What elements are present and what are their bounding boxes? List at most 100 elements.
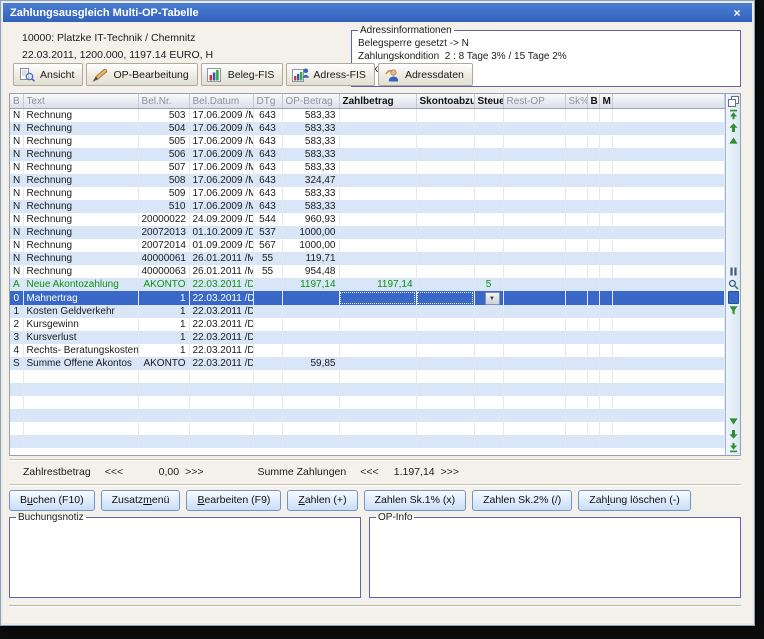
tab-op-bearbeitung[interactable]: OP-Bearbeitung — [86, 63, 197, 86]
table-row[interactable] — [10, 396, 725, 409]
table-row[interactable] — [10, 370, 725, 383]
cell: N — [10, 148, 23, 161]
column-header-m[interactable]: M — [599, 94, 612, 109]
scroll-up-icon[interactable] — [728, 122, 739, 133]
table-row[interactable]: NRechnung50617.06.2009 /Mi643583,33 — [10, 148, 725, 161]
table-row[interactable] — [10, 383, 725, 396]
cell — [587, 344, 599, 357]
column-header-rest-op[interactable]: Rest-OP — [503, 94, 565, 109]
table-row[interactable]: 2Kursgewinn122.03.2011 /Di — [10, 318, 725, 331]
tax-dropdown-button[interactable]: ▼ — [485, 292, 500, 305]
cell — [339, 187, 416, 200]
bearbeiten-f9-button[interactable]: Bearbeiten (F9) — [186, 490, 281, 511]
edit-icon — [92, 68, 109, 82]
cell — [565, 200, 587, 213]
table-row[interactable]: NRechnung50717.06.2009 /Mi643583,33 — [10, 161, 725, 174]
column-header-filler[interactable] — [612, 94, 725, 109]
table-row[interactable]: NRechnung51017.06.2009 /Mi643583,33 — [10, 200, 725, 213]
cell: Rechts- Beratungskosten — [23, 344, 138, 357]
cell: 17.06.2009 /Mi — [189, 135, 253, 148]
zahlung-löschen-button[interactable]: Zahlung löschen (-) — [578, 490, 690, 511]
tab-adressdaten[interactable]: Adressdaten — [378, 63, 473, 86]
column-header-bel-nr[interactable]: Bel.Nr. — [138, 94, 189, 109]
table-row[interactable]: NRechnung4000006326.01.2011 /Mi55954,48 — [10, 265, 725, 278]
cell: 643 — [253, 148, 282, 161]
scroll-down-icon[interactable] — [728, 429, 739, 440]
table-row[interactable]: NRechnung50517.06.2009 /Mi643583,33 — [10, 135, 725, 148]
cell — [503, 213, 565, 226]
cell — [587, 305, 599, 318]
search-icon[interactable] — [728, 279, 739, 290]
table-row[interactable]: 3Kursverlust122.03.2011 /Di — [10, 331, 725, 344]
cell: 4 — [10, 344, 23, 357]
table-row[interactable]: NRechnung2007201401.09.2009 /Di5671000,0… — [10, 239, 725, 252]
column-header-sk[interactable]: Sk% — [565, 94, 587, 109]
table-row[interactable] — [10, 435, 725, 448]
cell: 583,33 — [282, 161, 339, 174]
cell — [474, 396, 503, 409]
table-row[interactable] — [10, 409, 725, 422]
table-row[interactable]: NRechnung2007201301.10.2009 /Do5371000,0… — [10, 226, 725, 239]
step-down-icon[interactable] — [728, 416, 739, 427]
column-header-text[interactable]: Text — [23, 94, 138, 109]
cell — [339, 213, 416, 226]
cell — [253, 357, 282, 370]
filter-icon[interactable] — [728, 305, 739, 316]
column-chooser-icon[interactable] — [728, 96, 739, 107]
column-header-b[interactable]: B — [587, 94, 599, 109]
cell — [587, 370, 599, 383]
zahlen-button[interactable]: Zahlen (+) — [287, 490, 357, 511]
cell: 26.01.2011 /Mi — [189, 252, 253, 265]
table-row[interactable]: NRechnung4000006126.01.2011 /Mi55119,71 — [10, 252, 725, 265]
table-row[interactable]: NRechnung50817.06.2009 /Mi643324,47 — [10, 174, 725, 187]
table-row[interactable]: SSumme Offene AkontosAKONTO22.03.2011 /D… — [10, 357, 725, 370]
cell: 503 — [138, 109, 189, 123]
column-header-dtg[interactable]: DTg — [253, 94, 282, 109]
column-header-skontoabzug[interactable]: Skontoabzug — [416, 94, 474, 109]
table-row[interactable]: NRechnung2000002224.09.2009 /Do544960,93 — [10, 213, 725, 226]
zusatzmenü-button[interactable]: Zusatzmenü — [101, 490, 181, 511]
cell — [10, 435, 23, 448]
cell: 509 — [138, 187, 189, 200]
table-row-selected[interactable]: 0Mahnertrag122.03.2011 /Di▼ — [10, 291, 725, 305]
zahlen-sk-2-button[interactable]: Zahlen Sk.2% (/) — [472, 490, 572, 511]
zahlen-sk-1-x-button[interactable]: Zahlen Sk.1% (x) — [364, 490, 467, 511]
cell — [474, 331, 503, 344]
column-header-steue[interactable]: Steue — [474, 94, 503, 109]
cell — [599, 239, 612, 252]
scroll-thumb[interactable] — [728, 292, 739, 303]
tab-ansicht[interactable]: Ansicht — [13, 63, 83, 86]
tab-beleg-fis[interactable]: Beleg-FIS — [201, 63, 284, 86]
step-up-icon[interactable] — [728, 135, 739, 146]
table-row[interactable]: NRechnung50317.06.2009 /Mi643583,33 — [10, 109, 725, 123]
scroll-bottom-icon[interactable] — [728, 442, 739, 453]
cell — [587, 135, 599, 148]
close-icon[interactable]: × — [729, 6, 745, 20]
tab-adress-fis[interactable]: Adress-FIS — [286, 63, 375, 86]
cell — [599, 252, 612, 265]
cell — [23, 422, 138, 435]
pause-icon[interactable] — [728, 266, 739, 277]
column-header-bel-datum[interactable]: Bel.Datum — [189, 94, 253, 109]
table-row[interactable]: ANeue AkontozahlungAKONTO22.03.2011 /Di1… — [10, 278, 725, 291]
column-header-b[interactable]: B — [10, 94, 23, 109]
title-bar[interactable]: Zahlungsausgleich Multi-OP-Tabelle × — [3, 3, 752, 22]
cell — [474, 344, 503, 357]
buchen-f10-button[interactable]: Buchen (F10) — [9, 490, 95, 511]
table-row[interactable]: NRechnung50917.06.2009 /Mi643583,33 — [10, 187, 725, 200]
cell — [416, 213, 474, 226]
column-header-zahlbetrag[interactable]: Zahlbetrag — [339, 94, 416, 109]
table-row[interactable] — [10, 422, 725, 435]
cell — [599, 213, 612, 226]
cell: 55 — [253, 265, 282, 278]
booking-note-box[interactable]: Buchungsnotiz — [9, 512, 361, 598]
table-row[interactable]: NRechnung50417.06.2009 /Mi643583,33 — [10, 122, 725, 135]
cell: 960,93 — [282, 213, 339, 226]
table-row[interactable]: 4Rechts- Beratungskosten122.03.2011 /Di — [10, 344, 725, 357]
scroll-top-icon[interactable] — [728, 109, 739, 120]
table-row[interactable]: 1Kosten Geldverkehr122.03.2011 /Di — [10, 305, 725, 318]
op-info-box[interactable]: OP-Info — [369, 512, 741, 598]
cell — [23, 409, 138, 422]
column-header-op-betrag[interactable]: OP-Betrag — [282, 94, 339, 109]
cell — [416, 370, 474, 383]
